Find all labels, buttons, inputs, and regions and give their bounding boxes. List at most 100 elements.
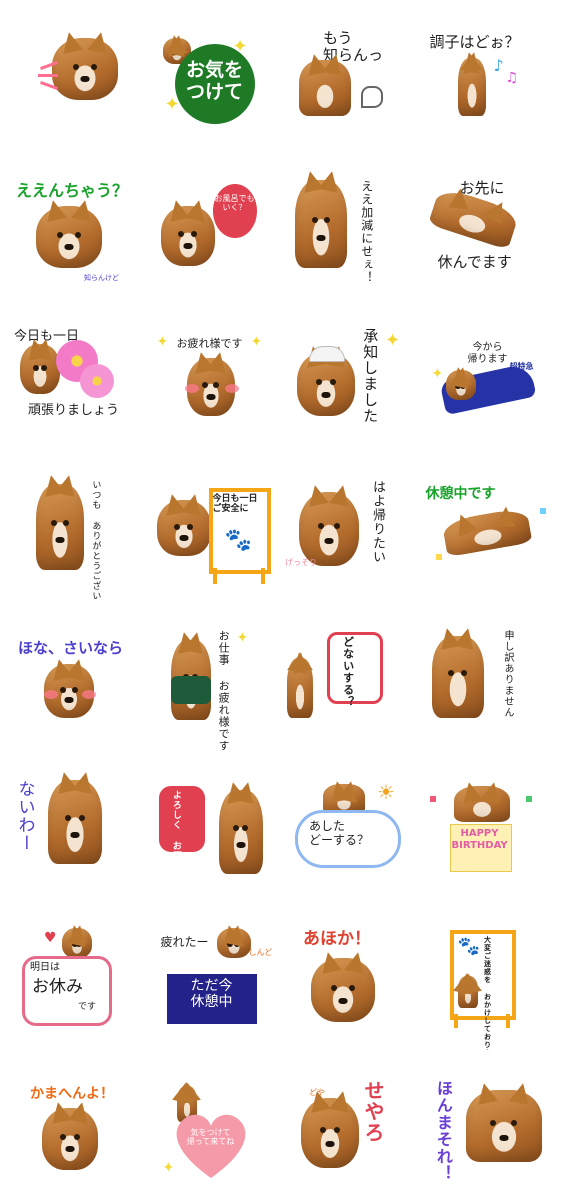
sticker-text: 承知しました — [361, 328, 380, 424]
sticker-1-2[interactable]: ええ加減にせぇ！ — [281, 150, 422, 300]
sticker-2-2[interactable]: 承知しました ✦ — [281, 300, 422, 450]
confetti — [525, 796, 532, 802]
sticker-text: ほんまそれ！ — [433, 1080, 453, 1182]
sticker-text: どないする？ — [341, 636, 355, 708]
confetti — [429, 796, 436, 802]
blush — [44, 690, 58, 699]
sticker-7-1[interactable]: 気をつけて 帰って来てね ✦ — [141, 1050, 282, 1200]
sticker-2-0[interactable]: 今日も一日 頑張りましょう — [0, 300, 141, 450]
sticker-text: ないわー — [14, 780, 35, 852]
sticker-5-3[interactable]: HAPPY BIRTHDAY — [422, 750, 562, 900]
sticker-text-2: 休んでます — [437, 253, 512, 271]
sticker-text: いつも ありがとうございます — [90, 480, 101, 600]
dog-face-image — [62, 928, 92, 958]
sticker-text-3: です — [78, 1002, 97, 1012]
sparkle-icon: ✦ — [156, 334, 169, 350]
jacket — [170, 676, 211, 704]
dog-face-image — [160, 206, 215, 266]
sticker-text: 休憩中です — [425, 486, 496, 502]
sticker-5-2[interactable]: ☀ あした どーする？ — [281, 750, 422, 900]
sticker-0-0[interactable] — [0, 0, 141, 150]
flower-icon — [80, 364, 114, 398]
sticker-4-1[interactable]: お仕事 お疲れ様です ✦ — [141, 600, 282, 750]
small-text: げっそり — [285, 558, 317, 567]
sticker-3-2[interactable]: はよ帰りたい げっそり — [281, 450, 422, 600]
sticker-4-3[interactable]: 申し訳ありません — [422, 600, 562, 750]
sticker-4-2[interactable]: どないする？ — [281, 600, 422, 750]
sticker-text: お風呂でも いく？ — [214, 194, 255, 213]
sticker-7-0[interactable]: かまへんよ！ — [0, 1050, 141, 1200]
dog-standing-image — [287, 658, 313, 718]
sticker-0-2[interactable]: もう 知らんっ — [281, 0, 422, 150]
sticker-3-3[interactable]: 休憩中です — [422, 450, 562, 600]
sticker-5-1[interactable]: よろしく お願い致します — [141, 750, 282, 900]
sticker-0-1[interactable]: お気を つけて ✦ ✦ — [141, 0, 282, 150]
sticker-text: 気をつけて 帰って来てね — [186, 1128, 235, 1147]
sticker-text: 申し訳ありません — [502, 630, 513, 718]
sticker-0-3[interactable]: 調子はどぉ？ ♪ ♫ — [422, 0, 562, 150]
sticker-1-1[interactable]: お風呂でも いく？ — [141, 150, 282, 300]
speech-bubble — [327, 632, 383, 704]
sticker-text: あした どーする？ — [309, 819, 370, 847]
paw-icon: 🐾 — [224, 528, 252, 553]
badge-text: 超特急 — [509, 362, 534, 371]
sticker-text: お疲れ様です — [176, 337, 243, 350]
sticker-text: ええんちゃう？ — [16, 181, 129, 200]
sparkle-icon: ✦ — [236, 630, 249, 646]
sticker-text-2: お休み — [32, 977, 83, 997]
dog-standing-image — [295, 180, 347, 268]
sticker-7-2[interactable]: どや せやろ — [281, 1050, 422, 1200]
dog-face-image — [216, 928, 251, 958]
dog-face-image — [36, 206, 102, 268]
sparkle-icon: ✦ — [431, 366, 444, 382]
sticker-7-3[interactable]: ほんまそれ！ — [422, 1050, 562, 1200]
sticker-3-1[interactable]: 今日も一日 ご安全に 🐾 — [141, 450, 282, 600]
sign-leg — [260, 568, 265, 584]
sticker-text: 今日も一日 ご安全に — [212, 494, 258, 515]
sticker-5-0[interactable]: ないわー — [0, 750, 141, 900]
dog-face-image — [311, 958, 375, 1022]
dog-sad-image — [431, 636, 484, 718]
sticker-text: はよ帰りたい — [369, 480, 385, 564]
confetti — [539, 508, 546, 514]
sun-icon: ☀ — [377, 780, 395, 804]
sparkle-icon: ✦ — [385, 330, 401, 351]
sticker-text: 調子はどぉ？ — [429, 33, 520, 51]
sticker-text: ええ加減にせぇ！ — [359, 180, 374, 284]
sticker-6-2[interactable]: あほか！ — [281, 900, 422, 1050]
sticker-6-3[interactable]: 🐾 大変ご迷惑を おかけしております うめ — [422, 900, 562, 1050]
red-speech-bubble — [158, 786, 205, 852]
sticker-6-1[interactable]: 疲れたー しんど ただ今 休憩中 — [141, 900, 282, 1050]
music-note-icon: ♪ — [493, 56, 504, 75]
dog-face-image — [445, 370, 476, 400]
dog-image — [465, 1090, 542, 1162]
sticker-4-0[interactable]: ほな、さいなら — [0, 600, 141, 750]
sticker-text: 大変ご迷惑を おかけしております うめ — [483, 936, 492, 1050]
sticker-1-3[interactable]: お先に 休んでます — [422, 150, 562, 300]
sparkle-icon: ✦ — [232, 36, 248, 57]
dog-face-image — [52, 38, 118, 100]
sticker-2-3[interactable]: 今から 帰ります 超特急 ✦ — [422, 300, 562, 450]
sign-leg — [212, 568, 217, 584]
blush — [184, 384, 199, 393]
dog-face-image — [42, 1108, 98, 1170]
sticker-text: お気を つけて — [185, 59, 243, 103]
sticker-text: お仕事 お疲れ様です — [217, 630, 231, 750]
dog-with-cap-image — [218, 790, 263, 874]
sticker-text: 疲れたー — [160, 935, 209, 949]
dog-lying-image — [441, 506, 532, 558]
sticker-2-1[interactable]: ✦ お疲れ様です ✦ — [141, 300, 282, 450]
sticker-text: あほか！ — [303, 929, 371, 949]
dog-with-cap-image — [156, 500, 211, 556]
sticker-3-0[interactable]: いつも ありがとうございます — [0, 450, 141, 600]
sticker-1-0[interactable]: ええんちゃう？ 知らんけど — [0, 150, 141, 300]
dog-face-image — [299, 492, 359, 566]
sticker-6-0[interactable]: ♥ 明日は お休み です — [0, 900, 141, 1050]
blush — [224, 384, 239, 393]
sparkle-icon: ✦ — [162, 1160, 175, 1176]
cap-icon — [309, 346, 345, 362]
sparkle-icon: ✦ — [164, 94, 180, 115]
sign-leg — [505, 1014, 510, 1028]
sticker-sheet: お気を つけて ✦ ✦ もう 知らんっ 調子はどぉ？ ♪ ♫ ええんちゃう？ 知… — [0, 0, 562, 1200]
sticker-text: 今から 帰ります — [467, 342, 508, 365]
